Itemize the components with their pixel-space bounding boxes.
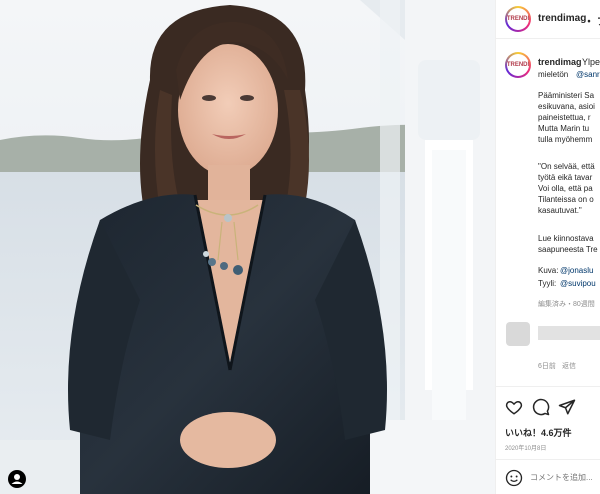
- comment-icon[interactable]: [532, 398, 550, 416]
- caption-quote: "On selvää, että työtä eikä tavar Voi ol…: [538, 161, 595, 216]
- caption-line: Mutta Marin tu: [538, 124, 590, 133]
- actions-divider: [496, 386, 600, 387]
- caption-line: esikuvana, asioi: [538, 102, 595, 111]
- caption-avatar[interactable]: TRENDI: [505, 52, 531, 78]
- quote-line: "On selvää, että: [538, 162, 595, 171]
- post-side-panel: TRENDI trendimag ・ フ TRENDI trendimag Yl…: [495, 0, 600, 494]
- credit-style-label: Tyyli:: [538, 279, 557, 288]
- caption-first-text: Ylpe: [582, 57, 600, 67]
- user-tag-icon[interactable]: [8, 470, 26, 488]
- caption-more: Lue kiinnostava saapuneesta Tre: [538, 233, 598, 255]
- credit-photo-label: Kuva:: [538, 266, 559, 275]
- comment-reply[interactable]: 返信: [562, 361, 576, 371]
- caption-body: Pääministeri Sa esikuvana, asioi paineis…: [538, 90, 595, 145]
- more-line: saapuneesta Tre: [538, 245, 598, 254]
- credit-photo-link[interactable]: @jonaslu: [560, 266, 593, 275]
- follow-link[interactable]: ・ フ: [584, 13, 600, 28]
- header-divider: [496, 38, 600, 39]
- quote-line: työtä eikä tavar: [538, 173, 593, 182]
- edited-note: 編集済み・80週間: [538, 301, 595, 308]
- caption-line: paineistettua, r: [538, 113, 591, 122]
- post-photo[interactable]: [0, 0, 495, 494]
- credit-style-link[interactable]: @suvipou: [560, 279, 596, 288]
- caption-line: tulla myöhemm: [538, 135, 593, 144]
- send-icon[interactable]: [558, 398, 576, 416]
- post-header: TRENDI trendimag ・ フ: [496, 0, 600, 36]
- quote-line: Voi olla, että pa: [538, 184, 593, 193]
- caption-mention[interactable]: @sanr: [576, 70, 600, 79]
- quote-line: Tilanteissa on o: [538, 195, 594, 204]
- comment-input[interactable]: [530, 468, 600, 486]
- comment-avatar[interactable]: [506, 322, 530, 346]
- comment-input-divider: [496, 459, 600, 460]
- header-avatar[interactable]: TRENDI: [505, 6, 531, 32]
- more-line: Lue kiinnostava: [538, 234, 594, 243]
- caption-line: Pääministeri Sa: [538, 91, 595, 100]
- post-date[interactable]: 2020年10月8日: [505, 443, 546, 452]
- caption-username[interactable]: trendimag: [538, 57, 582, 67]
- photo-illustration: [0, 0, 495, 494]
- smile-icon[interactable]: [505, 469, 523, 487]
- like-count[interactable]: いいね！4.6万件: [505, 426, 572, 439]
- comment-time: 6日前: [538, 363, 556, 370]
- heart-icon[interactable]: [505, 398, 523, 416]
- quote-line: kasautuvat.": [538, 206, 582, 215]
- header-username[interactable]: trendimag: [538, 13, 586, 24]
- caption-line2-prefix: mieletön: [538, 70, 569, 79]
- comment-text-blur: [538, 326, 600, 340]
